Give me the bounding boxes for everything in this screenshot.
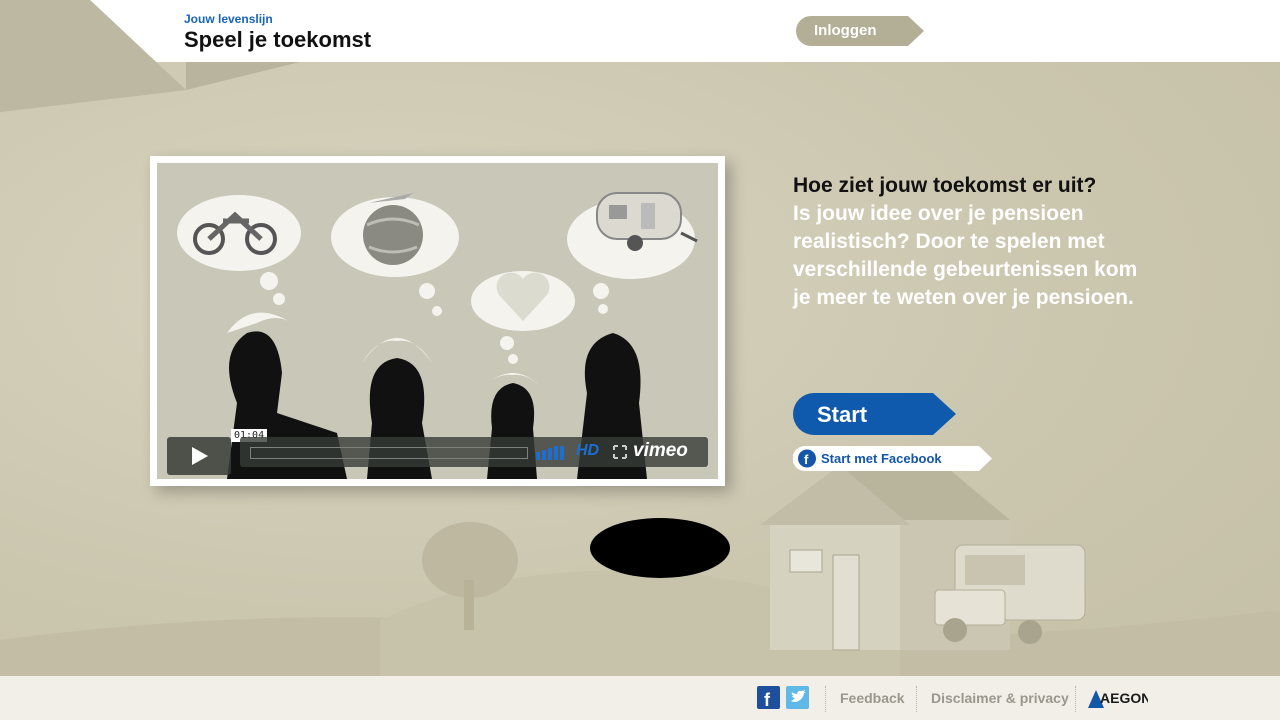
footer-divider xyxy=(1075,686,1076,712)
facebook-share-icon[interactable]: f xyxy=(757,686,780,709)
video-player: 01:04 HD vimeo xyxy=(150,156,725,486)
svg-text:f: f xyxy=(764,690,771,709)
intro-body: Is jouw idee over je pensioen realistisc… xyxy=(793,202,1138,309)
video-control-bar: HD vimeo xyxy=(240,437,708,467)
svg-text:f: f xyxy=(804,452,809,467)
volume-icon[interactable] xyxy=(536,446,570,460)
site-title: Speel je toekomst xyxy=(184,27,372,52)
video-progress-bar[interactable] xyxy=(250,447,528,459)
login-button[interactable]: Inloggen xyxy=(796,16,926,46)
start-with-facebook-button[interactable]: f Start met Facebook xyxy=(792,446,993,471)
footer-divider xyxy=(825,686,826,712)
facebook-icon: f xyxy=(798,449,816,468)
vimeo-logo[interactable]: vimeo xyxy=(633,440,688,462)
start-label: Start xyxy=(817,402,868,427)
login-label: Inloggen xyxy=(814,22,877,39)
intro-text: Hoe ziet jouw toekomst er uit? Is jouw i… xyxy=(793,172,1153,312)
fullscreen-icon[interactable] xyxy=(613,445,627,459)
play-button[interactable] xyxy=(167,437,231,475)
hd-toggle[interactable]: HD xyxy=(576,442,599,460)
site-footer: f Feedback Disclaimer & privacy AEGON xyxy=(0,676,1280,720)
start-button[interactable]: Start xyxy=(793,393,958,435)
twitter-share-icon[interactable] xyxy=(786,686,809,709)
site-subtitle: Jouw levenslijn xyxy=(184,12,273,26)
play-icon xyxy=(192,447,208,465)
aegon-logo[interactable]: AEGON xyxy=(1088,686,1148,710)
intro-question: Hoe ziet jouw toekomst er uit? xyxy=(793,174,1097,197)
feedback-link[interactable]: Feedback xyxy=(840,690,905,706)
disclaimer-privacy-link[interactable]: Disclaimer & privacy xyxy=(931,690,1069,706)
video-screen[interactable]: 01:04 HD vimeo xyxy=(157,163,718,479)
footer-divider xyxy=(916,686,917,712)
svg-text:AEGON: AEGON xyxy=(1100,690,1148,706)
start-with-facebook-label: Start met Facebook xyxy=(821,451,942,466)
